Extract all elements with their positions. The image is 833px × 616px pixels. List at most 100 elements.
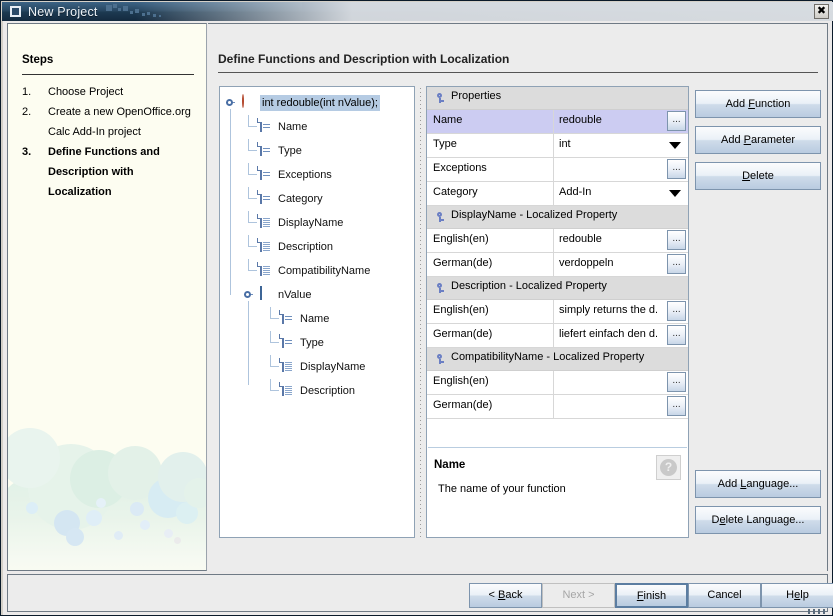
help-button[interactable]: Help xyxy=(761,583,833,608)
properties-panel[interactable]: Properties Name redouble... Type int Exceptio… xyxy=(426,86,689,538)
tree-node[interactable]: Name xyxy=(220,115,414,139)
property-value[interactable]: redouble xyxy=(559,114,657,126)
tree-expand-handle-icon[interactable] xyxy=(244,290,253,299)
tree-node[interactable]: Exceptions xyxy=(220,163,414,187)
split-divider-dot xyxy=(420,452,421,453)
ellipsis-button[interactable]: ... xyxy=(667,372,686,392)
function-tree[interactable]: int redouble(int nValue); Name Type Excepti… xyxy=(219,86,415,538)
property-description-area: Name The name of your function ? xyxy=(428,451,687,537)
help-icon[interactable]: ? xyxy=(656,455,681,480)
property-name: Category xyxy=(433,186,478,198)
property-row[interactable]: English(en)... xyxy=(427,371,688,395)
chevron-down-icon[interactable] xyxy=(669,142,681,149)
decoration-bubble xyxy=(164,529,173,538)
cancel-button[interactable]: Cancel xyxy=(688,583,761,608)
tree-node[interactable]: CompatibilityName xyxy=(220,259,414,283)
ellipsis-button[interactable]: ... xyxy=(667,325,686,345)
steps-list: 1. Choose Project 2. Create a new OpenOffic… xyxy=(22,86,202,206)
property-value[interactable]: liefert einfach den d... xyxy=(559,328,657,340)
split-divider-dot xyxy=(420,264,421,265)
ellipsis-button[interactable]: ... xyxy=(667,301,686,321)
ellipsis-button[interactable]: ... xyxy=(667,396,686,416)
tree-node[interactable]: Category xyxy=(220,187,414,211)
tree-node[interactable]: Type xyxy=(220,139,414,163)
finish-button[interactable]: Finish xyxy=(615,583,688,608)
close-icon[interactable]: ✖ xyxy=(814,4,829,19)
split-divider-dot xyxy=(420,468,421,469)
split-divider-dot xyxy=(420,120,421,121)
property-value[interactable]: int xyxy=(559,138,657,150)
split-divider-dot xyxy=(420,188,421,189)
property-row[interactable]: Name redouble... xyxy=(427,110,688,134)
delete-language-button[interactable]: Delete Language... xyxy=(695,506,821,534)
content-pane: Define Functions and Description with Lo… xyxy=(208,23,828,571)
key-handle-icon xyxy=(435,283,444,293)
property-name: German(de) xyxy=(433,328,493,340)
tree-node[interactable]: Description xyxy=(220,379,414,403)
decoration-bubble xyxy=(140,520,150,530)
tree-connector xyxy=(270,342,279,343)
back-button[interactable]: < Back xyxy=(469,583,542,608)
property-group-header[interactable]: DisplayName - Localized Property xyxy=(427,206,688,229)
split-divider-dot xyxy=(420,472,421,473)
step-number: 3. xyxy=(22,146,32,158)
property-name: English(en) xyxy=(433,233,489,245)
property-row[interactable]: Type int xyxy=(427,134,688,158)
tree-node-label: Exceptions xyxy=(278,169,332,181)
tree-node[interactable]: Type xyxy=(220,331,414,355)
add-language-button[interactable]: Add Language... xyxy=(695,470,821,498)
split-divider-dot xyxy=(420,112,421,113)
property-group-header[interactable]: Description - Localized Property xyxy=(427,277,688,300)
steps-divider xyxy=(22,74,194,75)
property-group-label: Description - Localized Property xyxy=(451,280,607,292)
tree-node[interactable]: DisplayName xyxy=(220,355,414,379)
key-handle-icon xyxy=(435,354,444,364)
property-row[interactable]: Category Add-In xyxy=(427,182,688,206)
title-decoration-dot xyxy=(153,14,156,17)
tree-node[interactable]: Name xyxy=(220,307,414,331)
split-divider-dot xyxy=(420,212,421,213)
page-title: Define Functions and Description with Lo… xyxy=(218,52,510,66)
tree-node[interactable]: Description xyxy=(220,235,414,259)
ellipsis-button[interactable]: ... xyxy=(667,111,686,131)
delete-button[interactable]: Delete xyxy=(695,162,821,190)
property-value[interactable]: Add-In xyxy=(559,186,657,198)
property-row[interactable]: English(en) redouble... xyxy=(427,229,688,253)
ellipsis-button[interactable]: ... xyxy=(667,159,686,179)
split-divider-dot xyxy=(420,412,421,413)
split-divider-dot xyxy=(420,520,421,521)
split-divider-dot xyxy=(420,300,421,301)
property-row[interactable]: English(en) simply returns the d...... xyxy=(427,300,688,324)
ellipsis-button[interactable]: ... xyxy=(667,230,686,250)
page-title-divider xyxy=(218,72,818,73)
property-row[interactable]: German(de)... xyxy=(427,395,688,419)
property-value[interactable]: redouble xyxy=(559,233,657,245)
split-divider-dot xyxy=(420,500,421,501)
chevron-down-icon[interactable] xyxy=(669,190,681,197)
resize-grip[interactable] xyxy=(808,608,830,614)
add-function-button[interactable]: Add Function xyxy=(695,90,821,118)
tree-expand-handle-icon[interactable] xyxy=(226,98,235,107)
property-row[interactable]: German(de) verdoppeln... xyxy=(427,253,688,277)
property-row[interactable]: Exceptions... xyxy=(427,158,688,182)
split-divider-dot xyxy=(420,324,421,325)
resize-grip-bar xyxy=(818,609,820,614)
next-button[interactable]: Next > xyxy=(542,583,615,608)
tree-node-label: nValue xyxy=(278,289,312,301)
split-divider-dot xyxy=(420,432,421,433)
split-divider[interactable] xyxy=(416,86,425,538)
ellipsis-button[interactable]: ... xyxy=(667,254,686,274)
property-value[interactable]: simply returns the d... xyxy=(559,304,657,316)
property-group-label: CompatibilityName - Localized Property xyxy=(451,351,645,363)
tree-node[interactable]: DisplayName xyxy=(220,211,414,235)
property-value[interactable]: verdoppeln xyxy=(559,257,657,269)
property-group-header[interactable]: CompatibilityName - Localized Property xyxy=(427,348,688,371)
document-lines-icon xyxy=(257,214,273,230)
tree-node[interactable]: int redouble(int nValue); xyxy=(220,91,414,115)
property-group-header[interactable]: Properties xyxy=(427,87,688,110)
tree-node[interactable]: nValue xyxy=(220,283,414,307)
document-icon xyxy=(279,334,295,350)
property-row[interactable]: German(de) liefert einfach den d...... xyxy=(427,324,688,348)
add-parameter-button[interactable]: Add Parameter xyxy=(695,126,821,154)
document-icon xyxy=(257,190,273,206)
